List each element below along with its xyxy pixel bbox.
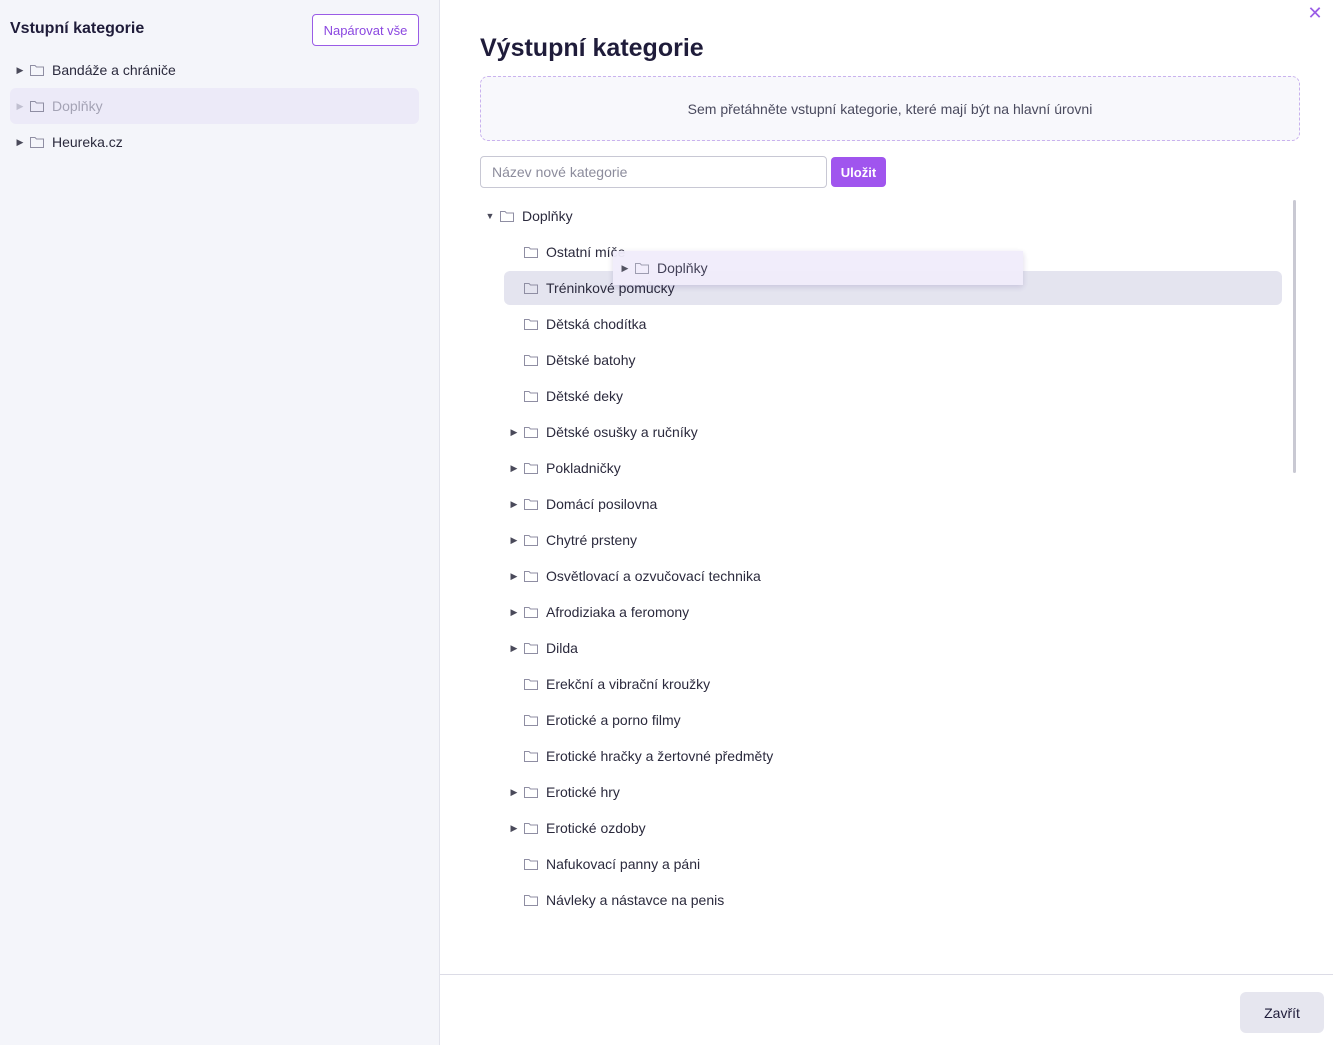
folder-icon — [524, 714, 546, 726]
caret-right-icon[interactable]: ▶ — [504, 787, 524, 798]
input-category-item[interactable]: ▶ Bandáže a chrániče — [10, 52, 419, 88]
caret-right-icon[interactable]: ▶ — [504, 643, 524, 654]
drag-ghost-label: Doplňky — [657, 260, 708, 276]
caret-right-icon[interactable]: ▶ — [504, 499, 524, 510]
output-category-item[interactable]: ▶ Dilda — [504, 631, 1282, 665]
caret-right-icon: ▶ — [621, 262, 629, 273]
output-category-label: Dětská chodítka — [546, 316, 647, 332]
folder-icon — [524, 426, 546, 438]
output-category-tree: ▼ Doplňky Ostatní míče Tréninkové pomůcky Dě… — [480, 198, 1292, 918]
folder-icon — [524, 786, 546, 798]
output-category-item[interactable]: ▶ Pokladničky — [504, 451, 1282, 485]
tree-scrollbar[interactable] — [1293, 200, 1296, 473]
output-category-root[interactable]: ▼ Doplňky — [480, 199, 573, 233]
folder-icon — [524, 282, 546, 294]
folder-icon — [30, 136, 52, 148]
output-category-label: Doplňky — [522, 208, 573, 224]
folder-icon — [524, 822, 546, 834]
output-category-label: Erotické a porno filmy — [546, 712, 681, 728]
output-category-label: Dětské batohy — [546, 352, 636, 368]
folder-icon — [524, 498, 546, 510]
input-category-label: Doplňky — [52, 98, 103, 114]
input-categories-panel: Vstupní kategorie Napárovat vše ▶ Bandáže… — [0, 0, 440, 1045]
folder-icon — [500, 210, 522, 222]
folder-icon — [524, 858, 546, 870]
input-categories-title: Vstupní kategorie — [10, 20, 145, 37]
folder-icon — [524, 390, 546, 402]
input-category-tree: ▶ Bandáže a chrániče ▶ Doplňky ▶ Heureka.cz — [10, 52, 419, 160]
output-category-item[interactable]: Erotické a porno filmy — [504, 703, 1282, 737]
input-category-item[interactable]: ▶ Doplňky — [10, 88, 419, 124]
output-category-label: Pokladničky — [546, 460, 621, 476]
folder-icon — [524, 246, 546, 258]
output-category-item[interactable]: Návleky a nástavce na penis — [504, 883, 1282, 917]
input-category-label: Bandáže a chrániče — [52, 62, 176, 78]
caret-right-icon[interactable]: ▶ — [504, 463, 524, 474]
folder-icon — [30, 100, 52, 112]
caret-right-icon[interactable]: ▶ — [10, 137, 30, 148]
output-category-label: Erekční a vibrační kroužky — [546, 676, 711, 692]
output-category-item[interactable]: Erekční a vibrační kroužky — [504, 667, 1282, 701]
drop-zone-text: Sem přetáhněte vstupní kategorie, které … — [687, 100, 1093, 117]
caret-right-icon[interactable]: ▶ — [504, 571, 524, 582]
top-level-drop-zone[interactable]: Sem přetáhněte vstupní kategorie, které … — [480, 76, 1300, 141]
output-category-item[interactable]: Erotické hračky a žertovné předměty — [504, 739, 1282, 773]
folder-icon — [524, 318, 546, 330]
folder-icon — [524, 894, 546, 906]
output-category-item[interactable]: Dětská chodítka — [504, 307, 1282, 341]
output-category-item[interactable]: ▶ Dětské osušky a ručníky — [504, 415, 1282, 449]
output-category-item[interactable]: ▶ Afrodiziaka a feromony — [504, 595, 1282, 629]
folder-icon — [524, 534, 546, 546]
caret-right-icon[interactable]: ▶ — [504, 607, 524, 618]
modal-footer: Zavřít — [440, 974, 1333, 1045]
output-category-item[interactable]: ▶ Erotické hry — [504, 775, 1282, 809]
output-category-label: Dětské osušky a ručníky — [546, 424, 698, 440]
drag-ghost: ▶ Doplňky — [613, 251, 1023, 285]
folder-icon — [524, 606, 546, 618]
caret-right-icon[interactable]: ▶ — [10, 65, 30, 76]
caret-right-icon[interactable]: ▶ — [10, 101, 30, 112]
output-category-item[interactable]: ▶ Domácí posilovna — [504, 487, 1282, 521]
pair-all-button[interactable]: Napárovat vše — [312, 14, 419, 46]
output-category-item[interactable]: Dětské batohy — [504, 343, 1282, 377]
output-categories-title: Výstupní kategorie — [480, 34, 704, 62]
caret-right-icon[interactable]: ▶ — [504, 535, 524, 546]
output-category-label: Afrodiziaka a feromony — [546, 604, 690, 620]
caret-right-icon[interactable]: ▶ — [504, 427, 524, 438]
input-category-item[interactable]: ▶ Heureka.cz — [10, 124, 419, 160]
output-category-label: Erotické hry — [546, 784, 620, 800]
input-category-label: Heureka.cz — [52, 134, 123, 150]
folder-icon — [30, 64, 52, 76]
output-category-label: Chytré prsteny — [546, 532, 638, 548]
output-category-label: Osvětlovací a ozvučovací technika — [546, 568, 761, 584]
folder-icon — [524, 462, 546, 474]
output-category-label: Erotické hračky a žertovné předměty — [546, 748, 774, 764]
folder-icon — [635, 263, 649, 274]
output-category-item[interactable]: Dětské deky — [504, 379, 1282, 413]
close-button[interactable]: Zavřít — [1240, 992, 1324, 1033]
output-category-item[interactable]: ▶ Chytré prsteny — [504, 523, 1282, 557]
output-category-label: Domácí posilovna — [546, 496, 658, 512]
output-category-label: Dilda — [546, 640, 578, 656]
folder-icon — [524, 678, 546, 690]
output-category-item[interactable]: ▶ Erotické ozdoby — [504, 811, 1282, 845]
caret-right-icon[interactable]: ▶ — [504, 823, 524, 834]
output-categories-panel: ✕ Výstupní kategorie Sem přetáhněte vstu… — [440, 0, 1333, 1045]
new-category-input[interactable] — [480, 156, 827, 188]
output-category-label: Dětské deky — [546, 388, 624, 404]
caret-down-icon[interactable]: ▼ — [480, 211, 500, 221]
output-category-label: Návleky a nástavce na penis — [546, 892, 725, 908]
output-category-label: Nafukovací panny a páni — [546, 856, 701, 872]
folder-icon — [524, 570, 546, 582]
close-icon[interactable]: ✕ — [1307, 4, 1323, 22]
folder-icon — [524, 750, 546, 762]
folder-icon — [524, 354, 546, 366]
output-category-item[interactable]: ▶ Osvětlovací a ozvučovací technika — [504, 559, 1282, 593]
save-button[interactable]: Uložit — [831, 157, 886, 187]
output-category-label: Erotické ozdoby — [546, 820, 646, 836]
folder-icon — [524, 642, 546, 654]
output-category-item[interactable]: Nafukovací panny a páni — [504, 847, 1282, 881]
